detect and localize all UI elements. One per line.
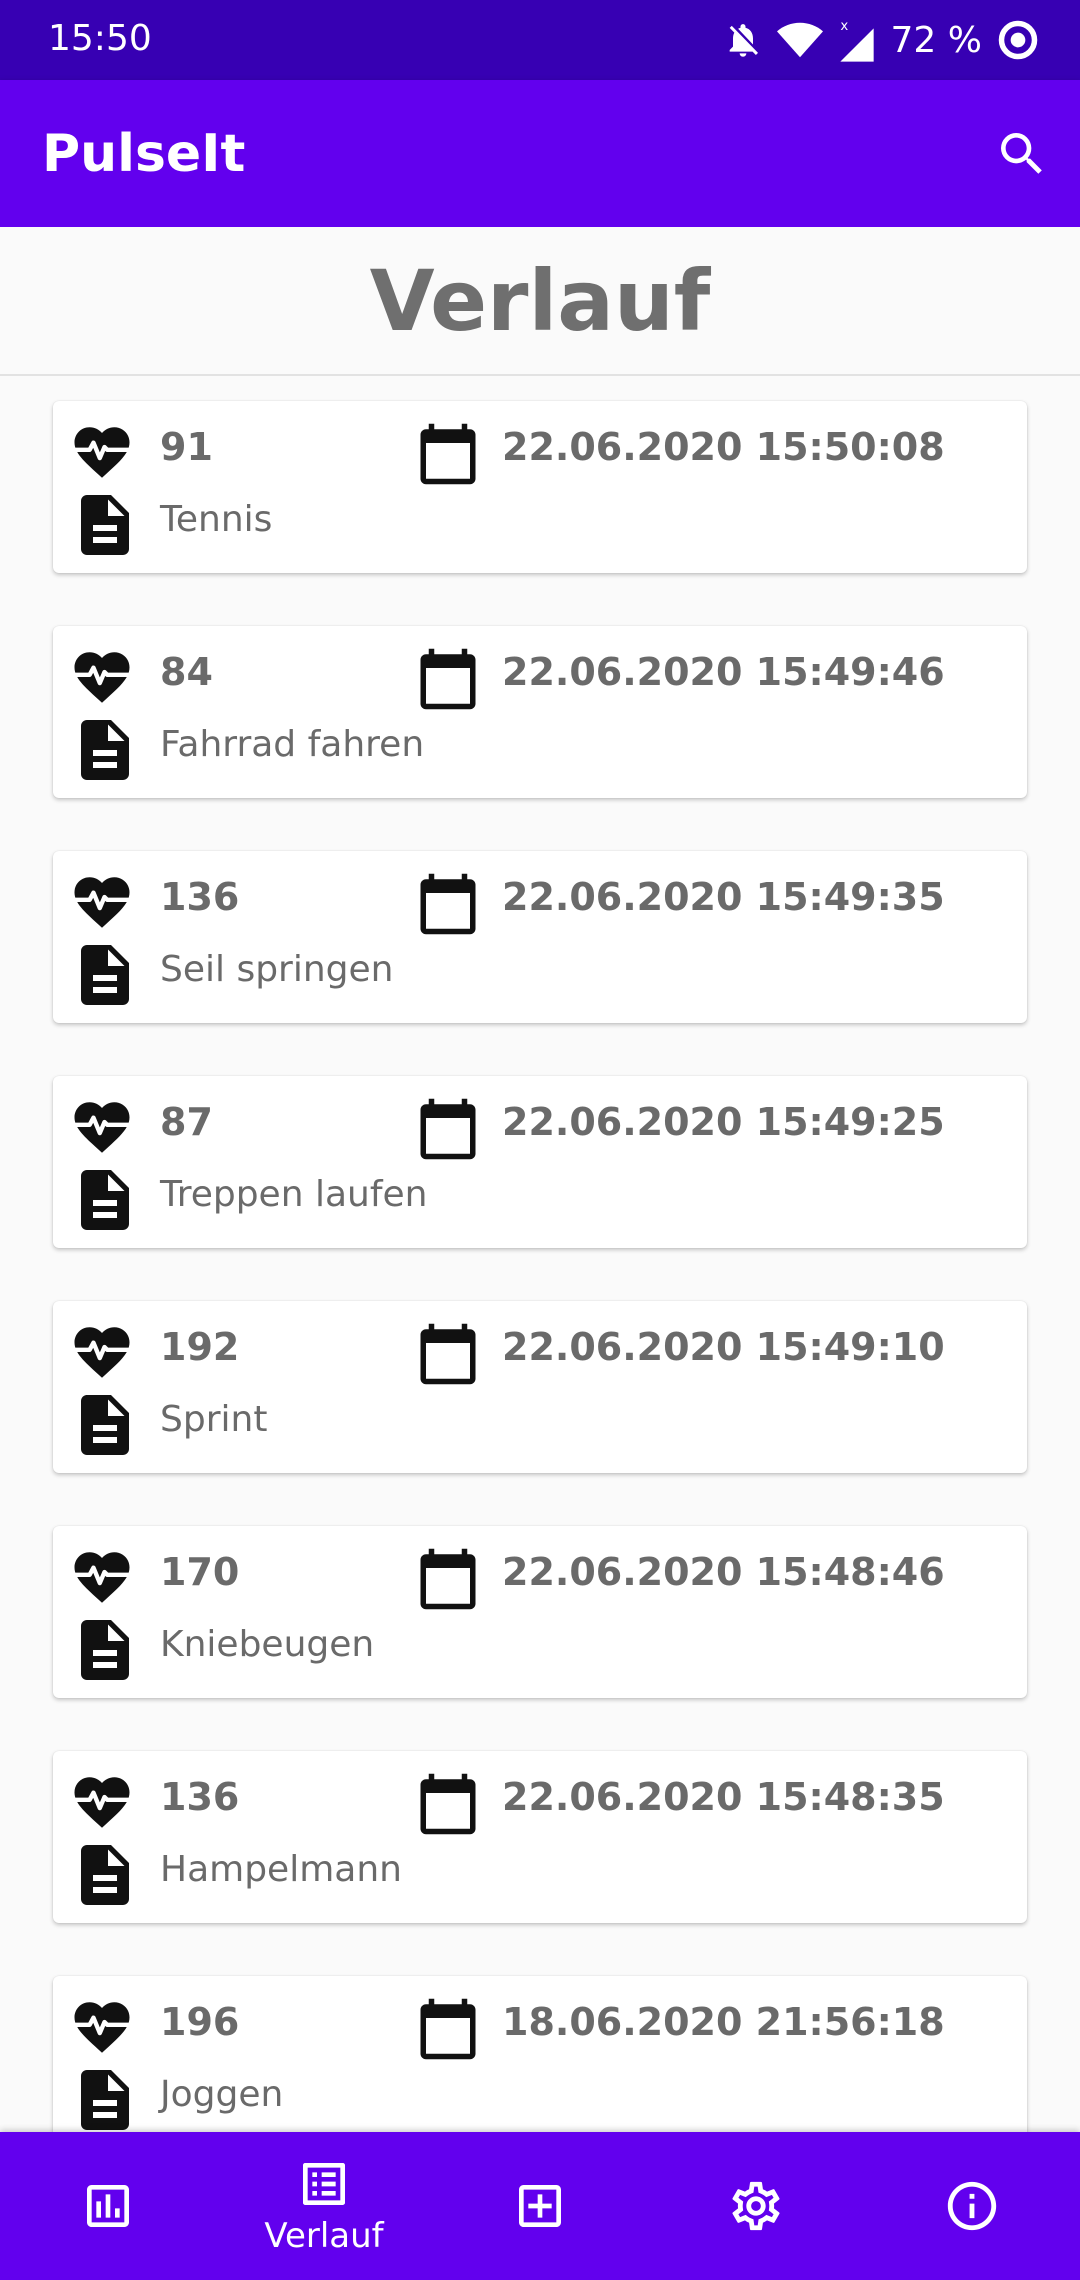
pulse-value: 136 (160, 875, 240, 919)
pulse-value: 91 (160, 425, 213, 469)
svg-text:x: x (840, 19, 848, 34)
page-header: Verlauf (0, 227, 1080, 376)
info-icon (947, 2181, 997, 2231)
nav-label-verlauf: Verlauf (264, 2216, 384, 2256)
status-icons: x 72 % (723, 14, 1040, 66)
search-icon (1001, 133, 1042, 174)
entry-date: 22.06.2020 15:49:25 (502, 1100, 945, 1144)
document-icon (81, 1845, 129, 1905)
activity-name: Fahrrad fahren (160, 724, 425, 765)
calendar-icon (420, 1323, 476, 1385)
pulse-value: 84 (160, 650, 213, 694)
signal-icon: x (839, 19, 874, 62)
activity-name: Tennis (160, 499, 273, 540)
calendar-icon (420, 1548, 476, 1610)
add-box-icon (519, 2185, 561, 2227)
bell-off-icon (729, 24, 758, 57)
document-icon (81, 720, 129, 780)
battery-percent: 72 % (890, 19, 982, 61)
app-title: PulseIt (42, 124, 246, 184)
entry-date: 18.06.2020 21:56:18 (502, 2000, 945, 2044)
heart-pulse-icon (73, 652, 131, 703)
history-entry-card[interactable]: 136 22.06.2020 15:49:35 Seil springen (53, 851, 1027, 1023)
history-entry-card[interactable]: 136 22.06.2020 15:48:35 Hampelmann (53, 1751, 1027, 1923)
list-icon (303, 2163, 345, 2205)
document-icon (81, 1395, 129, 1455)
pulse-value: 196 (160, 2000, 240, 2044)
battery-ring-icon (998, 20, 1038, 60)
document-icon (81, 1620, 129, 1680)
history-entry-card[interactable]: 91 22.06.2020 15:50:08 Tennis (53, 401, 1027, 573)
calendar-icon (420, 1998, 476, 2060)
calendar-icon (420, 1773, 476, 1835)
pulse-value: 170 (160, 1550, 240, 1594)
activity-name: Treppen laufen (160, 1174, 428, 1215)
entry-date: 22.06.2020 15:48:35 (502, 1775, 945, 1819)
history-entry-card[interactable]: 170 22.06.2020 15:48:46 Kniebeugen (53, 1526, 1027, 1698)
app-bar: PulseIt (0, 80, 1080, 227)
entry-date: 22.06.2020 15:50:08 (502, 425, 945, 469)
heart-pulse-icon (73, 2002, 131, 2053)
wifi-icon (776, 22, 823, 58)
heart-pulse-icon (73, 1327, 131, 1378)
calendar-icon (420, 648, 476, 710)
gear-icon (732, 2181, 780, 2231)
page-title: Verlauf (369, 251, 711, 350)
document-icon (81, 495, 129, 555)
heart-pulse-icon (73, 1102, 131, 1153)
calendar-icon (420, 423, 476, 485)
document-icon (81, 945, 129, 1005)
entry-date: 22.06.2020 15:49:35 (502, 875, 945, 919)
history-entry-card[interactable]: 87 22.06.2020 15:49:25 Treppen laufen (53, 1076, 1027, 1248)
heart-pulse-icon (73, 1777, 131, 1828)
nav-verlauf[interactable]: Verlauf (216, 2132, 432, 2280)
status-bar: 15:50 x 72 % (0, 0, 1080, 80)
activity-name: Kniebeugen (160, 1624, 375, 1665)
heart-pulse-icon (73, 427, 131, 478)
pulse-value: 136 (160, 1775, 240, 1819)
document-icon (81, 2070, 129, 2130)
heart-pulse-icon (73, 1552, 131, 1603)
bottom-navigation: Verlauf (0, 2132, 1080, 2280)
history-entry-card[interactable]: 84 22.06.2020 15:49:46 Fahrrad fahren (53, 626, 1027, 798)
nav-statistics[interactable] (0, 2132, 216, 2280)
chart-icon (87, 2185, 129, 2227)
activity-name: Sprint (160, 1399, 268, 1440)
entry-date: 22.06.2020 15:49:46 (502, 650, 945, 694)
nav-add[interactable] (432, 2132, 648, 2280)
search-button[interactable] (990, 122, 1054, 186)
history-entry-card[interactable]: 192 22.06.2020 15:49:10 Sprint (53, 1301, 1027, 1473)
heart-pulse-icon (73, 877, 131, 928)
calendar-icon (420, 873, 476, 935)
entry-date: 22.06.2020 15:49:10 (502, 1325, 945, 1369)
pulse-value: 87 (160, 1100, 213, 1144)
history-list[interactable]: 91 22.06.2020 15:50:08 Tennis 84 22.06.2020 … (0, 376, 1080, 2132)
pulse-value: 192 (160, 1325, 240, 1369)
nav-info[interactable] (864, 2132, 1080, 2280)
status-time: 15:50 (48, 18, 152, 59)
entry-date: 22.06.2020 15:48:46 (502, 1550, 945, 1594)
activity-name: Hampelmann (160, 1849, 402, 1890)
activity-name: Seil springen (160, 949, 394, 990)
nav-settings[interactable] (648, 2132, 864, 2280)
calendar-icon (420, 1098, 476, 1160)
history-entry-card[interactable]: 196 18.06.2020 21:56:18 Joggen (53, 1976, 1027, 2132)
document-icon (81, 1170, 129, 1230)
activity-name: Joggen (160, 2074, 284, 2115)
